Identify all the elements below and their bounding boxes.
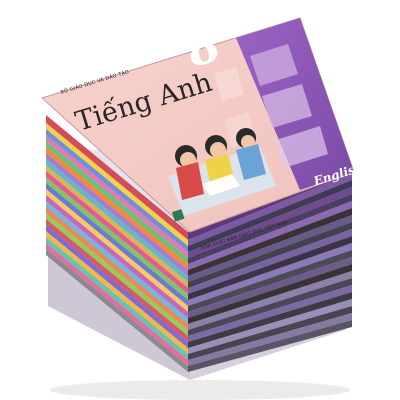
stack-shadow — [50, 380, 350, 400]
book-stack-photo: BỘ GIÁO DỤC VÀ ĐÀO TẠO Tiếng Anh 8 Engli… — [0, 0, 400, 400]
book-stack-illustration — [41, 17, 355, 400]
